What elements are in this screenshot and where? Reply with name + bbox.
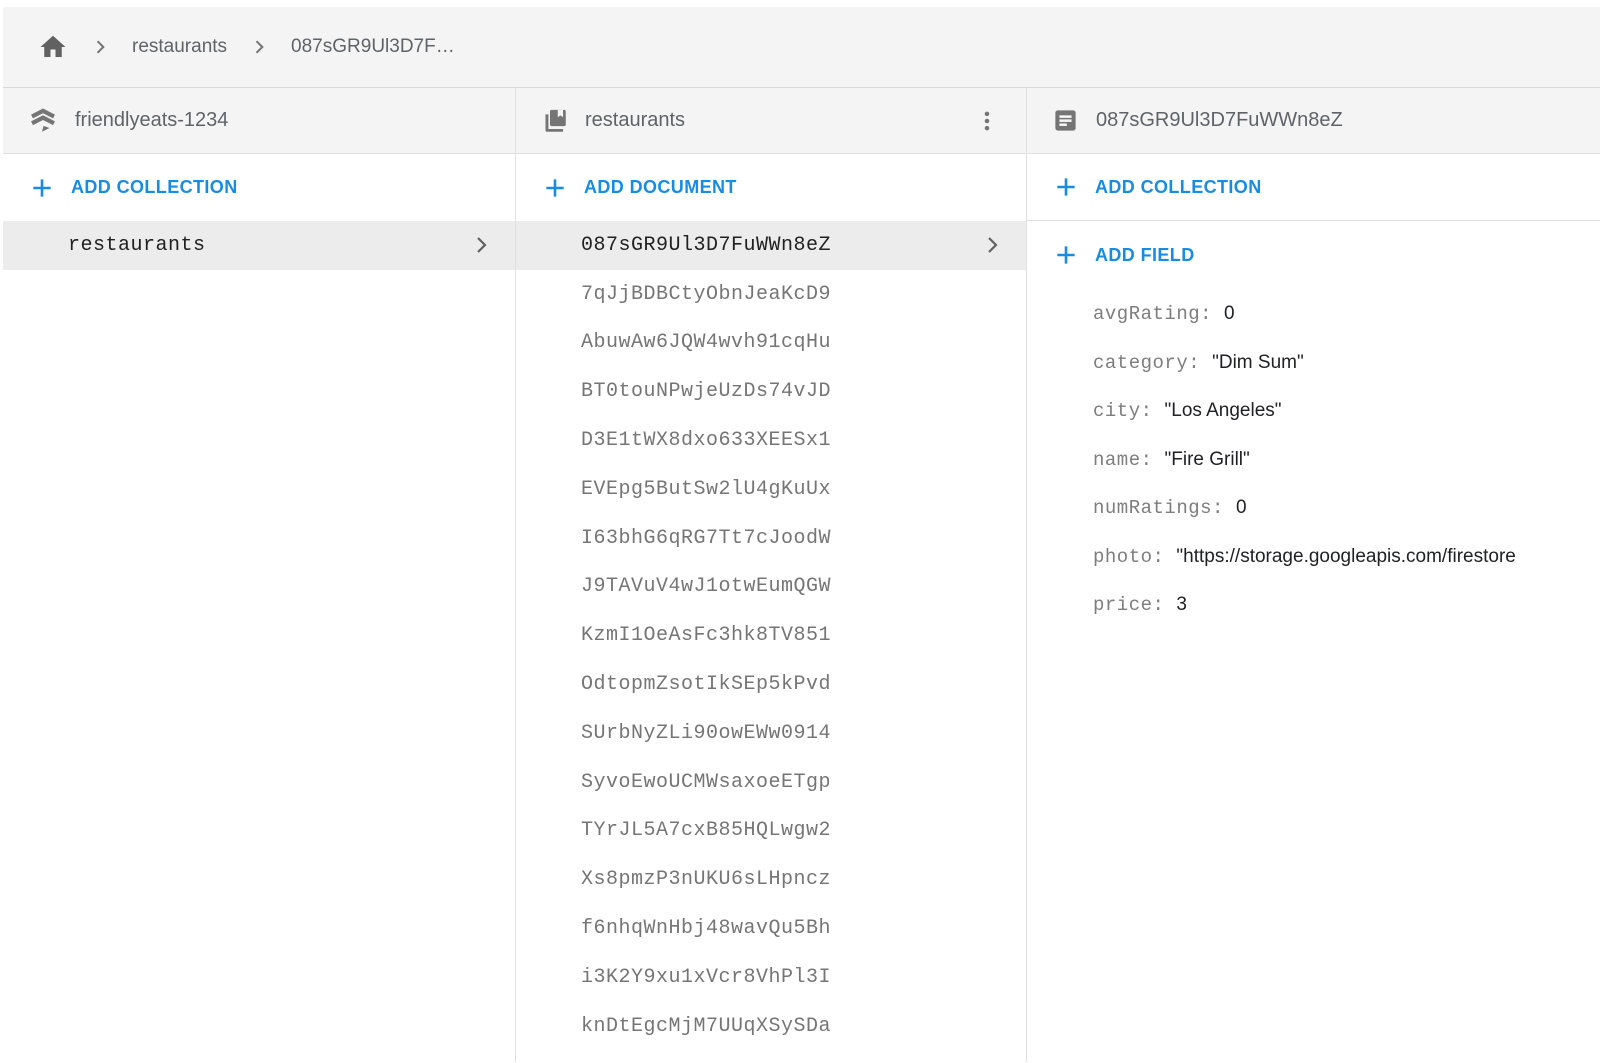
kebab-menu-icon[interactable] [974, 108, 1000, 134]
field-key: price [1093, 594, 1153, 616]
document-row[interactable]: Xs8pmzP3nUKU6sLHpncz [516, 855, 1026, 904]
firestore-logo-icon [28, 106, 58, 136]
document-id: SyvoEwoUCMWsaxoeETgp [581, 771, 831, 794]
field-value: 3 [1176, 594, 1187, 616]
field-row[interactable]: category: "Dim Sum" [1027, 339, 1600, 388]
document-id: knDtEgcMjM7UUqXSySDa [581, 1015, 831, 1038]
field-value: 0 [1236, 497, 1247, 519]
document-row[interactable]: OdtopmZsotIkSEp5kPvd [516, 660, 1026, 709]
database-title: friendlyeats-1234 [75, 109, 228, 132]
plus-icon [29, 175, 55, 201]
document-row[interactable]: D3E1tWX8dxo633XEESx1 [516, 416, 1026, 465]
field-separator: : [1212, 497, 1224, 519]
document-id: i3K2Y9xu1xVcr8VhPl3I [581, 966, 831, 989]
field-row[interactable]: photo: "https://storage.googleapis.com/f… [1027, 533, 1600, 582]
field-key: city [1093, 400, 1141, 422]
document-id: f6nhqWnHbj48wavQu5Bh [581, 917, 831, 940]
home-icon[interactable] [38, 32, 68, 62]
breadcrumb-item-document[interactable]: 087sGR9Ul3D7F… [291, 36, 455, 58]
documents-panel: restaurants ADD DOCUMENT 087sGR9Ul3D7FuW… [516, 88, 1027, 1062]
add-document-button[interactable]: ADD DOCUMENT [516, 154, 1026, 221]
field-separator: : [1153, 546, 1165, 568]
document-id: I63bhG6qRG7Tt7cJoodW [581, 527, 831, 550]
add-collection-label: ADD COLLECTION [71, 177, 238, 198]
chevron-right-icon [980, 233, 1004, 257]
field-separator: : [1200, 303, 1212, 325]
field-key: name [1093, 449, 1141, 471]
field-key: photo [1093, 546, 1153, 568]
document-row[interactable]: BT0touNPwjeUzDs74vJD [516, 367, 1026, 416]
document-row[interactable]: 7qJjBDBCtyObnJeaKcD9 [516, 270, 1026, 319]
document-id: 087sGR9Ul3D7FuWWn8eZ [581, 234, 831, 257]
field-row[interactable]: name: "Fire Grill" [1027, 436, 1600, 485]
document-id: Xs8pmzP3nUKU6sLHpncz [581, 868, 831, 891]
document-id: D3E1tWX8dxo633XEESx1 [581, 429, 831, 452]
breadcrumb-item-restaurants[interactable]: restaurants [132, 36, 227, 58]
field-key: numRatings [1093, 497, 1212, 519]
document-row[interactable]: SyvoEwoUCMWsaxoeETgp [516, 758, 1026, 807]
document-id: AbuwAw6JQW4wvh91cqHu [581, 331, 831, 354]
add-collection-label: ADD COLLECTION [1095, 177, 1262, 198]
document-row[interactable]: J9TAVuV4wJ1otwEumQGW [516, 563, 1026, 612]
firestore-data-viewer: restaurants 087sGR9Ul3D7F… friendlyeats-… [0, 0, 1600, 1063]
document-detail-panel: 087sGR9Ul3D7FuWWn8eZ ADD COLLECTION ADD … [1027, 88, 1600, 1062]
field-value: "https://storage.googleapis.com/firestor… [1176, 546, 1515, 568]
document-id: EVEpg5ButSw2lU4gKuUx [581, 478, 831, 501]
collection-id: restaurants [68, 234, 206, 257]
chevron-right-icon [249, 37, 269, 57]
collection-panel-header: restaurants [516, 88, 1026, 154]
database-panel-header: friendlyeats-1234 [3, 88, 515, 154]
article-icon [1052, 107, 1079, 134]
add-collection-button[interactable]: ADD COLLECTION [1027, 154, 1600, 221]
document-row[interactable]: SUrbNyZLi90owEWw0914 [516, 709, 1026, 758]
field-value: "Dim Sum" [1212, 352, 1304, 374]
field-row[interactable]: numRatings: 0 [1027, 484, 1600, 533]
document-row[interactable]: AbuwAw6JQW4wvh91cqHu [516, 319, 1026, 368]
field-key: category [1093, 352, 1188, 374]
field-row[interactable]: price: 3 [1027, 581, 1600, 630]
document-title: 087sGR9Ul3D7FuWWn8eZ [1096, 109, 1343, 132]
field-separator: : [1141, 400, 1153, 422]
document-id: OdtopmZsotIkSEp5kPvd [581, 673, 831, 696]
field-separator: : [1141, 449, 1153, 471]
plus-icon [1053, 242, 1079, 268]
add-field-label: ADD FIELD [1095, 245, 1195, 266]
document-id: 7qJjBDBCtyObnJeaKcD9 [581, 283, 831, 306]
breadcrumb: restaurants 087sGR9Ul3D7F… [3, 7, 1600, 88]
chevron-right-icon [90, 37, 110, 57]
add-field-button[interactable]: ADD FIELD [1027, 221, 1600, 289]
field-value: "Los Angeles" [1165, 400, 1282, 422]
field-key: avgRating [1093, 303, 1200, 325]
document-id: BT0touNPwjeUzDs74vJD [581, 380, 831, 403]
document-row[interactable]: f6nhqWnHbj48wavQu5Bh [516, 904, 1026, 953]
collections-bookmark-icon [541, 107, 568, 134]
collection-row-restaurants[interactable]: restaurants [3, 221, 515, 270]
document-panel-header: 087sGR9Ul3D7FuWWn8eZ [1027, 88, 1600, 154]
plus-icon [1053, 174, 1079, 200]
field-separator: : [1188, 352, 1200, 374]
collection-title: restaurants [585, 109, 685, 132]
field-row[interactable]: avgRating: 0 [1027, 290, 1600, 339]
document-id: J9TAVuV4wJ1otwEumQGW [581, 575, 831, 598]
plus-icon [542, 175, 568, 201]
document-row[interactable]: TYrJL5A7cxB85HQLwgw2 [516, 807, 1026, 856]
document-row[interactable]: KzmI1OeAsFc3hk8TV851 [516, 611, 1026, 660]
collections-panel: friendlyeats-1234 ADD COLLECTION restaur… [3, 88, 516, 1062]
document-row[interactable]: i3K2Y9xu1xVcr8VhPl3I [516, 953, 1026, 1002]
field-separator: : [1153, 594, 1165, 616]
add-collection-button[interactable]: ADD COLLECTION [3, 154, 515, 221]
field-row[interactable]: city: "Los Angeles" [1027, 387, 1600, 436]
document-row[interactable]: knDtEgcMjM7UUqXSySDa [516, 1002, 1026, 1051]
document-id: TYrJL5A7cxB85HQLwgw2 [581, 819, 831, 842]
document-id: SUrbNyZLi90owEWw0914 [581, 722, 831, 745]
document-row[interactable]: EVEpg5ButSw2lU4gKuUx [516, 465, 1026, 514]
add-document-label: ADD DOCUMENT [584, 177, 737, 198]
document-row[interactable]: I63bhG6qRG7Tt7cJoodW [516, 514, 1026, 563]
chevron-right-icon [469, 233, 493, 257]
document-row[interactable]: 087sGR9Ul3D7FuWWn8eZ [516, 221, 1026, 270]
field-list: avgRating: 0 category: "Dim Sum" city: "… [1027, 289, 1600, 630]
document-id: KzmI1OeAsFc3hk8TV851 [581, 624, 831, 647]
field-value: "Fire Grill" [1165, 449, 1250, 471]
field-value: 0 [1224, 303, 1235, 325]
